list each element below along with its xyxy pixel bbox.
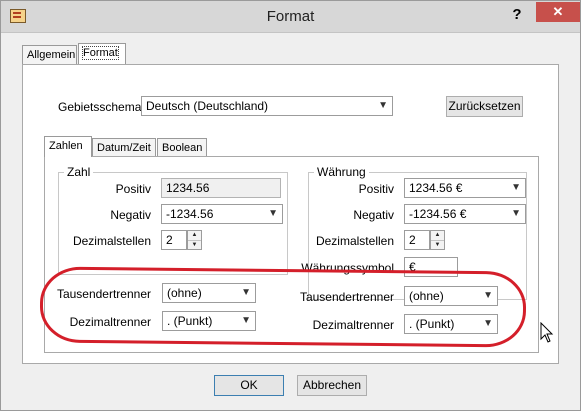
reset-button[interactable]: Zurücksetzen: [446, 96, 523, 117]
zahl-positiv-label: Positiv: [115, 182, 151, 196]
zahl-group-title: Zahl: [64, 165, 94, 179]
zahl-positiv-field: 1234.56: [161, 178, 281, 198]
zahl-negativ-label: Negativ: [110, 208, 151, 222]
chevron-down-icon: ▼: [268, 208, 278, 219]
help-button[interactable]: ?: [506, 5, 528, 25]
tab-format[interactable]: Format: [78, 43, 126, 64]
highlight-annotation: [39, 266, 527, 348]
waehrung-dezimalstellen-spinner[interactable]: ▲ ▼: [430, 230, 445, 250]
spin-up-icon[interactable]: ▲: [188, 231, 201, 241]
zahl-negativ-select[interactable]: -1234.56 ▼: [161, 204, 283, 224]
waehrung-negativ-select[interactable]: -1234.56 € ▼: [404, 204, 526, 224]
chevron-down-icon: ▼: [511, 208, 521, 219]
chevron-down-icon: ▼: [511, 182, 521, 193]
waehrung-positiv-select[interactable]: 1234.56 € ▼: [404, 178, 526, 198]
tab-datum-zeit[interactable]: Datum/Zeit: [92, 138, 156, 157]
waehrung-negativ-label: Negativ: [353, 208, 394, 222]
mouse-cursor-icon: [540, 322, 554, 343]
spin-down-icon[interactable]: ▼: [188, 241, 201, 250]
gebietsschema-label: Gebietsschema: [58, 100, 142, 114]
spin-up-icon[interactable]: ▲: [431, 231, 444, 241]
spin-down-icon[interactable]: ▼: [431, 241, 444, 250]
chevron-down-icon: ▼: [378, 100, 388, 111]
window-title: Format: [266, 8, 315, 25]
zahl-dezimalstellen-spinner[interactable]: ▲ ▼: [187, 230, 202, 250]
cancel-button[interactable]: Abbrechen: [297, 375, 367, 396]
waehrung-dezimalstellen-label: Dezimalstellen: [315, 234, 394, 248]
close-button[interactable]: ✕: [536, 2, 580, 22]
waehrung-group-title: Währung: [314, 165, 369, 179]
zahl-dezimalstellen-input[interactable]: 2: [161, 230, 187, 250]
waehrung-dezimalstellen-input[interactable]: 2: [404, 230, 430, 250]
tab-boolean[interactable]: Boolean: [157, 138, 207, 157]
tab-zahlen[interactable]: Zahlen: [44, 136, 92, 157]
tab-allgemein[interactable]: Allgemein: [22, 45, 77, 64]
format-dialog: Format ? ✕ Allgemein Format Gebietsschem…: [0, 0, 581, 411]
waehrung-positiv-label: Positiv: [358, 182, 394, 196]
ok-button[interactable]: OK: [214, 375, 284, 396]
gebietsschema-select[interactable]: Deutsch (Deutschland) ▼: [141, 96, 393, 116]
zahl-dezimalstellen-label: Dezimalstellen: [72, 234, 151, 248]
title-bar[interactable]: Format ? ✕: [1, 1, 580, 33]
